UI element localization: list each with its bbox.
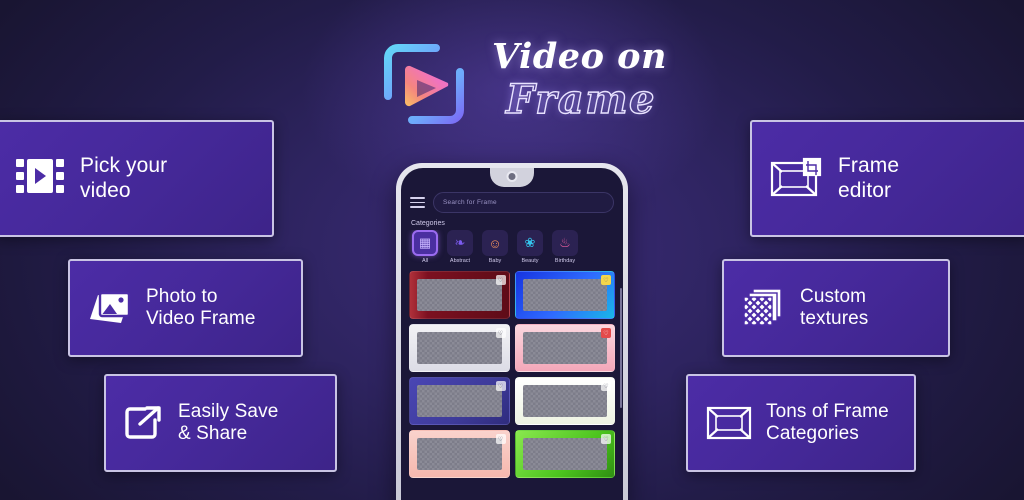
heart-outline-icon[interactable]: ♡	[601, 434, 611, 444]
category-item-abstract[interactable]: ❧ Abstract	[446, 230, 474, 264]
feature-label: Pick your video	[80, 153, 168, 202]
feature-label: Tons of Frame Categories	[766, 400, 889, 444]
category-label: Birthday	[554, 258, 576, 264]
frame-thumbnail[interactable]: ♡	[409, 377, 510, 425]
categories-label: Categories	[411, 220, 445, 227]
transparent-preview-area	[417, 438, 502, 470]
video-play-frame-logo-icon	[378, 38, 470, 130]
frame-thumbnail[interactable]: ♡	[409, 324, 510, 372]
grid-icon: ▦	[412, 230, 438, 256]
abstract-spiral-icon: ❧	[447, 230, 473, 256]
category-item-all[interactable]: ▦ All	[411, 230, 439, 264]
heart-outline-icon[interactable]: ♡	[601, 328, 611, 338]
baby-face-icon: ☺	[482, 230, 508, 256]
feature-card-pick-your-video[interactable]: Pick your video	[0, 120, 274, 237]
film-strip-play-icon	[16, 157, 66, 201]
transparent-preview-area	[417, 279, 502, 311]
brand-title-line1: Video on	[492, 36, 667, 77]
feature-card-frame-editor[interactable]: Frame editor	[750, 120, 1024, 237]
frame-thumbnail[interactable]: ♡	[409, 271, 510, 319]
empty-frame-icon	[706, 405, 752, 441]
phone-mockup: Search for Frame Categories ▦ All ❧ Abst…	[396, 163, 628, 500]
hamburger-menu-icon[interactable]	[410, 197, 425, 208]
frames-grid[interactable]: ♡ ♡ ♡ ♡ ♡ ♡ ♡ ♡	[401, 264, 623, 478]
feature-label: Photo to Video Frame	[146, 285, 256, 329]
search-placeholder: Search for Frame	[443, 199, 497, 206]
heart-outline-icon[interactable]: ♡	[601, 275, 611, 285]
heart-outline-icon[interactable]: ♡	[495, 328, 506, 338]
camera-notch	[490, 168, 534, 187]
transparent-preview-area	[522, 332, 607, 364]
share-external-link-icon	[124, 404, 164, 442]
frame-thumbnail[interactable]: ♡	[514, 377, 615, 425]
feature-label: Custom textures	[800, 285, 869, 329]
feature-card-tons-of-categories[interactable]: Tons of Frame Categories	[686, 374, 916, 472]
app-header: Search for Frame	[401, 186, 623, 213]
category-label: Abstract	[449, 258, 471, 264]
transparent-preview-area	[417, 332, 502, 364]
feature-card-custom-textures[interactable]: Custom textures	[722, 259, 950, 357]
category-label: Beauty	[521, 258, 539, 264]
heart-outline-icon[interactable]: ♡	[495, 434, 506, 444]
transparent-preview-area	[522, 385, 607, 417]
beauty-flower-icon: ❀	[517, 230, 543, 256]
category-label: Baby	[488, 258, 502, 264]
frame-thumbnail[interactable]: ♡	[514, 430, 615, 478]
brand-title-line2: Frame	[505, 75, 656, 123]
search-input[interactable]: Search for Frame	[433, 192, 614, 213]
app-logo: Video on Frame	[378, 36, 666, 144]
feature-card-photo-to-video[interactable]: Photo to Video Frame	[68, 259, 303, 357]
front-camera-icon	[506, 171, 518, 182]
transparent-preview-area	[522, 438, 607, 470]
category-item-birthday[interactable]: ♨ Birthday	[551, 230, 579, 264]
phone-screen: Search for Frame Categories ▦ All ❧ Abst…	[401, 168, 623, 500]
photo-image-icon	[88, 289, 132, 327]
frame-thumbnail[interactable]: ♡	[514, 324, 615, 372]
category-item-beauty[interactable]: ❀ Beauty	[516, 230, 544, 264]
feature-card-easily-save-share[interactable]: Easily Save & Share	[104, 374, 337, 472]
frame-thumbnail[interactable]: ♡	[514, 271, 615, 319]
heart-outline-icon[interactable]: ♡	[601, 381, 611, 391]
feature-label: Frame editor	[838, 153, 900, 202]
category-item-baby[interactable]: ☺ Baby	[481, 230, 509, 264]
categories-row[interactable]: ▦ All ❧ Abstract ☺ Baby ❀ Beauty ♨ Birth…	[401, 230, 623, 264]
feature-label: Easily Save & Share	[178, 400, 279, 444]
category-label: All	[421, 258, 429, 264]
vertical-scrollbar[interactable]	[620, 288, 622, 408]
heart-outline-icon[interactable]: ♡	[495, 275, 506, 285]
promo-banner: Video on Frame Pick your video Photo to …	[0, 0, 1024, 500]
heart-outline-icon[interactable]: ♡	[495, 381, 506, 391]
birthday-cake-icon: ♨	[552, 230, 578, 256]
frame-crop-edit-icon	[770, 157, 824, 201]
transparent-preview-area	[522, 279, 607, 311]
texture-stack-icon	[742, 288, 786, 328]
transparent-preview-area	[417, 385, 502, 417]
frame-thumbnail[interactable]: ♡	[409, 430, 510, 478]
